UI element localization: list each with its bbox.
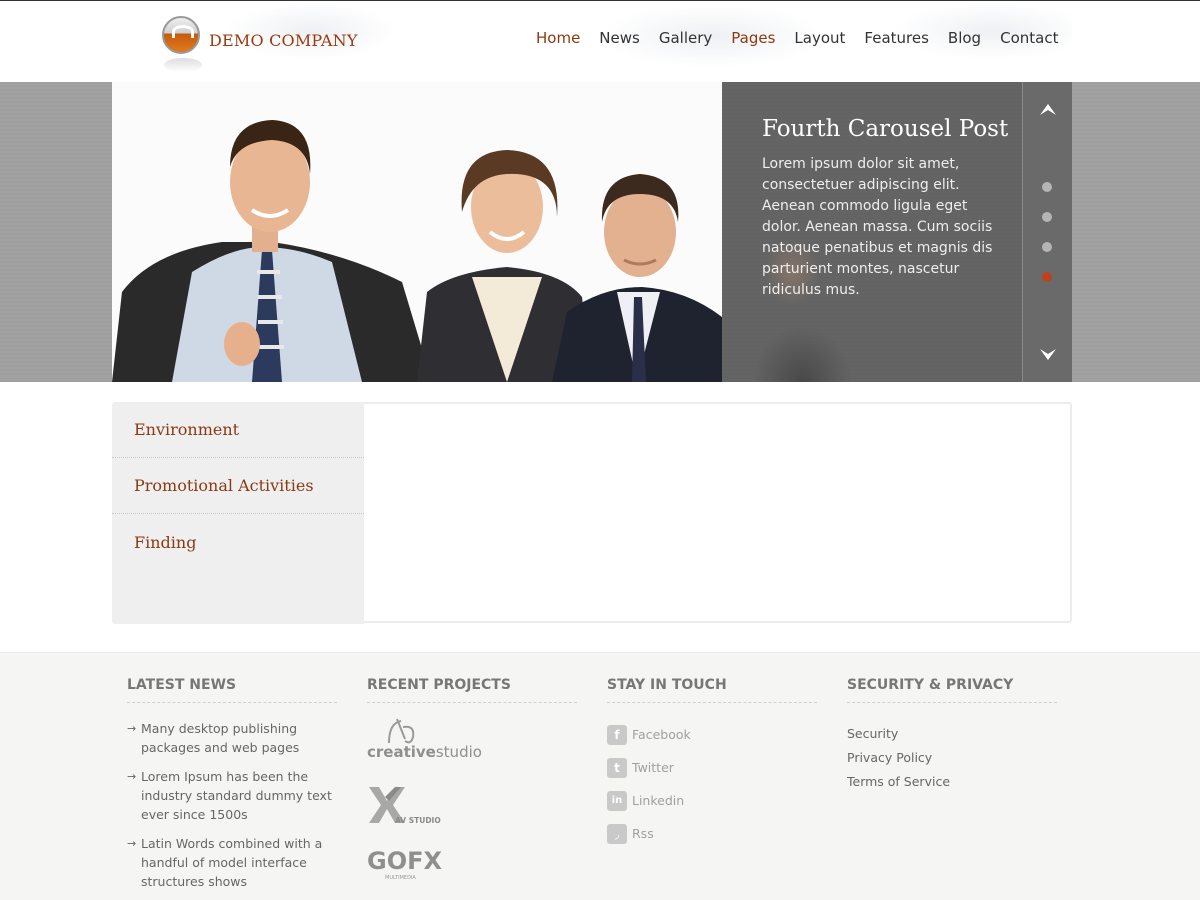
news-item[interactable]: Latin Words combined with a handful of m…	[127, 834, 337, 891]
project-logos: creativestudio AV STUDIO GOFX MULTIMEDIA	[367, 717, 577, 900]
nav-blog[interactable]: Blog	[948, 29, 981, 47]
gofx-subtext: MULTIMEDIA	[385, 875, 416, 881]
carousel-text: Lorem ipsum dolor sit amet, consectetuer…	[762, 156, 993, 298]
tab-label: Environment	[134, 420, 240, 439]
footer-recent-projects: RECENT PROJECTS creativestudio AV STUDIO…	[367, 677, 577, 900]
stay-in-touch-heading: STAY IN TOUCH	[607, 677, 817, 703]
carousel-dot-3[interactable]	[1042, 242, 1052, 252]
logo-text: DEMO COMPANY	[209, 31, 358, 50]
nav-news[interactable]: News	[599, 29, 640, 47]
gofx-text: GOFX	[367, 847, 442, 875]
logo[interactable]: DEMO COMPANY	[162, 16, 358, 72]
carousel-dot-4[interactable]	[1042, 272, 1052, 282]
vertical-tabs: Environment Promotional Activities Findi…	[112, 402, 364, 624]
chevron-down-icon	[1040, 349, 1056, 360]
security-links: Security Privacy Policy Terms of Service	[847, 723, 1057, 795]
rss-icon: ◞	[607, 823, 627, 844]
recent-projects-heading: RECENT PROJECTS	[367, 677, 577, 703]
gofx-logo[interactable]: GOFX MULTIMEDIA	[367, 847, 577, 900]
main-nav: Home News Gallery Pages Layout Features …	[536, 29, 1077, 47]
social-link-rss[interactable]: ◞ Rss	[607, 817, 817, 850]
linkedin-link[interactable]: Linkedin	[632, 793, 684, 808]
carousel-next-button[interactable]	[1038, 344, 1058, 364]
carousel-dot-2[interactable]	[1042, 212, 1052, 222]
business-team-photo	[112, 120, 722, 382]
creativestudio-text-a: creative	[367, 743, 436, 761]
facebook-icon: f	[607, 724, 627, 745]
logo-reflection	[164, 58, 202, 72]
tab-content-panel	[364, 402, 1072, 623]
linkedin-icon: in	[607, 790, 627, 811]
social-link-twitter[interactable]: t Twitter	[607, 751, 817, 784]
social-link-facebook[interactable]: f Facebook	[607, 718, 817, 751]
chevron-up-icon	[1040, 104, 1056, 115]
nav-gallery[interactable]: Gallery	[659, 29, 712, 47]
slide-image	[112, 82, 722, 382]
footer-latest-news: LATEST NEWS Many desktop publishing pack…	[127, 677, 337, 900]
nav-layout[interactable]: Layout	[794, 29, 845, 47]
twitter-link[interactable]: Twitter	[632, 760, 674, 775]
tab-environment[interactable]: Environment	[112, 402, 364, 458]
av-studio-logo[interactable]: AV STUDIO	[367, 783, 577, 849]
carousel-controls	[1022, 82, 1072, 382]
tab-finding[interactable]: Finding	[112, 514, 364, 570]
tab-label: Promotional Activities	[134, 476, 314, 495]
news-item[interactable]: Many desktop publishing packages and web…	[127, 719, 337, 757]
creativestudio-text-b: studio	[435, 743, 482, 761]
facebook-link[interactable]: Facebook	[632, 727, 691, 742]
rss-link[interactable]: Rss	[632, 826, 654, 841]
latest-news-list: Many desktop publishing packages and web…	[127, 719, 337, 891]
privacy-policy-link[interactable]: Privacy Policy	[847, 750, 932, 765]
carousel-prev-button[interactable]	[1038, 100, 1058, 120]
nav-features[interactable]: Features	[864, 29, 929, 47]
security-heading: SECURITY & PRIVACY	[847, 677, 1057, 703]
footer-stay-in-touch: STAY IN TOUCH f Facebook t Twitter in Li…	[607, 677, 817, 850]
site-footer: LATEST NEWS Many desktop publishing pack…	[0, 652, 1200, 900]
carousel-caption: Fourth Carousel Post Lorem ipsum dolor s…	[722, 82, 1022, 382]
logo-mark-icon	[162, 16, 202, 72]
nav-home[interactable]: Home	[536, 29, 580, 47]
security-link[interactable]: Security	[847, 726, 898, 741]
tab-promotional-activities[interactable]: Promotional Activities	[112, 458, 364, 514]
news-item[interactable]: Lorem Ipsum has been the industry standa…	[127, 767, 337, 824]
latest-news-heading: LATEST NEWS	[127, 677, 337, 703]
nav-contact[interactable]: Contact	[1000, 29, 1058, 47]
carousel-title: Fourth Carousel Post	[762, 116, 1009, 142]
creativestudio-logo[interactable]: creativestudio	[367, 717, 577, 783]
social-link-linkedin[interactable]: in Linkedin	[607, 784, 817, 817]
carousel-dot-1[interactable]	[1042, 182, 1052, 192]
terms-of-service-link[interactable]: Terms of Service	[847, 774, 950, 789]
tab-label: Finding	[134, 532, 197, 552]
footer-security-privacy: SECURITY & PRIVACY Security Privacy Poli…	[847, 677, 1057, 795]
av-studio-text: AV STUDIO	[395, 816, 441, 825]
brand-name: DEMO COMPANY	[209, 30, 358, 50]
twitter-icon: t	[607, 757, 627, 778]
social-links: f Facebook t Twitter in Linkedin ◞ Rss	[607, 718, 817, 850]
nav-pages[interactable]: Pages	[731, 29, 775, 47]
